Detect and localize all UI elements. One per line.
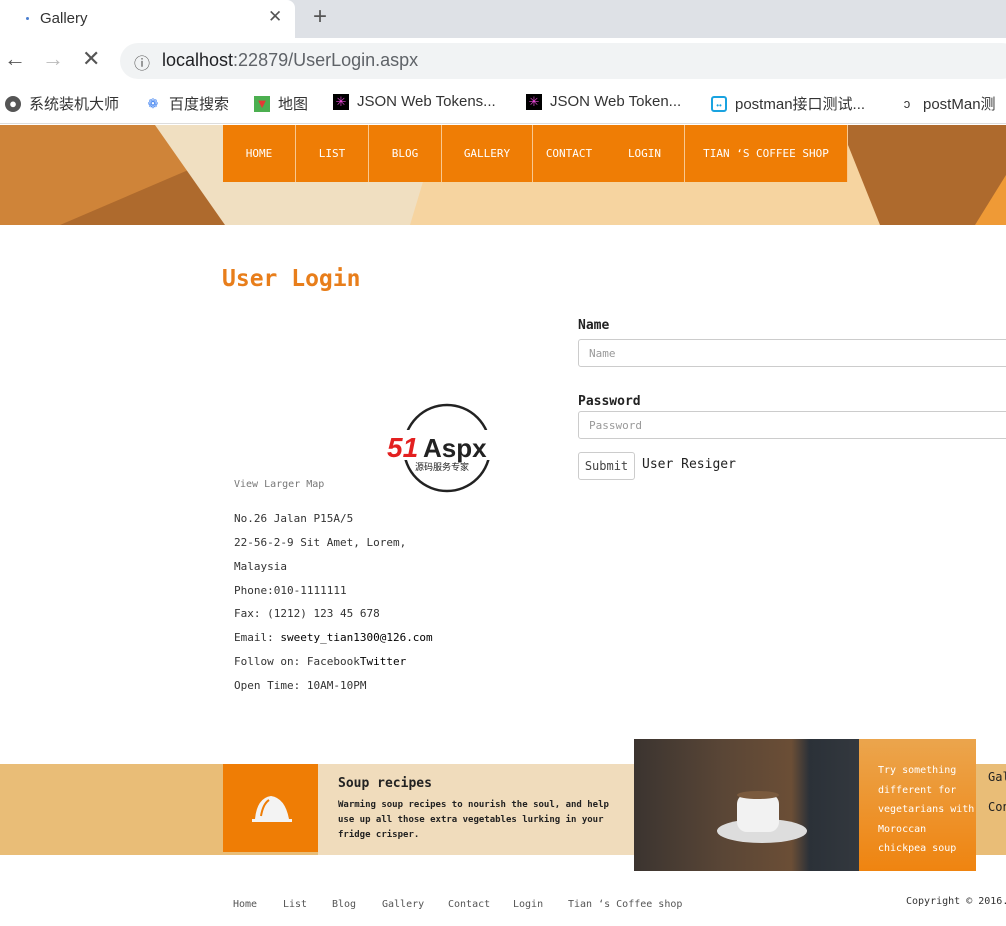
side-link[interactable]: Con bbox=[988, 800, 1006, 814]
footer-link-home[interactable]: Home bbox=[233, 899, 257, 910]
footer-link-coffee-shop[interactable]: Tian ‘s Coffee shop bbox=[568, 899, 682, 910]
logo: 51 Aspx 源码服务专家 bbox=[385, 402, 515, 494]
footer-link-list[interactable]: List bbox=[283, 899, 307, 910]
bookmarks-bar: ● 系统装机大师 ❁ 百度搜索 ▼ 地图 ✳ JSON Web Tokens... ✳ J… bbox=[0, 84, 1006, 124]
tab-title: Gallery bbox=[40, 10, 88, 27]
submit-button[interactable]: Submit bbox=[578, 452, 635, 480]
jwt-icon: ✳ bbox=[526, 93, 542, 110]
loading-icon bbox=[26, 17, 29, 20]
bookmark[interactable]: ❁ 百度搜索 bbox=[145, 93, 229, 114]
bookmark[interactable]: ✳ JSON Web Token... bbox=[526, 93, 681, 110]
follow-label: Follow on: bbox=[234, 655, 307, 668]
bookmark[interactable]: ✳ JSON Web Tokens... bbox=[333, 93, 496, 110]
url-host: localhost bbox=[162, 50, 234, 70]
url-input[interactable]: ⓘ localhost:22879/UserLogin.aspx bbox=[120, 43, 1006, 79]
info-icon[interactable]: ⓘ bbox=[134, 50, 150, 74]
browser-tab-bar: Gallery ✕ + bbox=[0, 0, 1006, 38]
bookmark[interactable]: •• postman接口测试... bbox=[711, 93, 865, 114]
nav-coffee-shop[interactable]: TIAN ‘S COFFEE SHOP bbox=[685, 125, 848, 182]
promo-text: Warming soup recipes to nourish the soul… bbox=[338, 800, 609, 840]
nav-gallery[interactable]: GALLERY bbox=[442, 125, 533, 182]
name-label: Name bbox=[578, 318, 610, 333]
footer-link-blog[interactable]: Blog bbox=[332, 899, 356, 910]
bookmark-icon: ↄ bbox=[903, 95, 911, 111]
svg-text:源码服务专家: 源码服务专家 bbox=[415, 461, 469, 473]
coffee-photo bbox=[634, 739, 859, 871]
bookmark[interactable]: ↄ postMan测 bbox=[899, 93, 996, 114]
stop-icon[interactable]: ✕ bbox=[82, 46, 100, 72]
password-label: Password bbox=[578, 394, 641, 409]
bookmark-label: postman接口测试... bbox=[735, 96, 866, 113]
close-tab-icon[interactable]: ✕ bbox=[268, 7, 282, 27]
address-line: Malaysia bbox=[234, 560, 287, 573]
soup-recipes-panel: Soup recipes Warming soup recipes to nou… bbox=[318, 764, 634, 855]
nav-contact[interactable]: CONTACT bbox=[533, 125, 605, 182]
svg-text:Aspx: Aspx bbox=[423, 433, 487, 463]
address-line: 22-56-2-9 Sit Amet, Lorem, bbox=[234, 536, 407, 549]
jwt-icon: ✳ bbox=[333, 93, 349, 110]
main-nav: HOME LIST BLOG GALLERY CONTACT LOGIN TIA… bbox=[223, 125, 848, 182]
footer-link-login[interactable]: Login bbox=[513, 899, 543, 910]
bookmark-label: 系统装机大师 bbox=[29, 96, 120, 113]
facebook-link[interactable]: Facebook bbox=[307, 655, 360, 668]
bookmark-label: 百度搜索 bbox=[169, 96, 230, 113]
twitter-link[interactable]: Twitter bbox=[360, 655, 406, 668]
register-link[interactable]: User Resiger bbox=[642, 457, 736, 472]
email-link[interactable]: sweety_tian1300@126.com bbox=[280, 631, 432, 644]
name-input[interactable]: Name bbox=[578, 339, 1006, 367]
bilibili-icon: •• bbox=[711, 95, 727, 112]
nav-blog[interactable]: BLOG bbox=[369, 125, 442, 182]
nav-home[interactable]: HOME bbox=[223, 125, 296, 182]
address-line: No.26 Jalan P15A/5 bbox=[234, 512, 354, 525]
new-tab-button[interactable]: + bbox=[313, 3, 327, 31]
globe-icon: ● bbox=[5, 95, 21, 112]
baidu-paw-icon: ❁ bbox=[147, 95, 159, 111]
bookmark-label: 地图 bbox=[278, 96, 309, 113]
promo-side-text: Try something different for vegetarians … bbox=[859, 739, 976, 871]
nav-list[interactable]: LIST bbox=[296, 125, 369, 182]
nav-login[interactable]: LOGIN bbox=[605, 125, 685, 182]
fax: Fax: (1212) 123 45 678 bbox=[234, 607, 380, 620]
phone: Phone:010-1111111 bbox=[234, 584, 347, 597]
password-input[interactable]: Password bbox=[578, 411, 1006, 439]
address-bar-row: ← → ✕ ⓘ localhost:22879/UserLogin.aspx bbox=[0, 38, 1006, 84]
browser-tab[interactable]: Gallery ✕ bbox=[0, 0, 295, 38]
page-title: User Login bbox=[222, 266, 361, 292]
view-larger-map-link[interactable]: View Larger Map bbox=[234, 479, 324, 490]
bookmark-label: JSON Web Token... bbox=[550, 93, 682, 110]
bookmark-label: JSON Web Tokens... bbox=[357, 93, 496, 110]
copyright: Copyright © 2016.Co bbox=[906, 896, 1006, 907]
side-link[interactable]: Gal bbox=[988, 770, 1006, 784]
email-label: Email: bbox=[234, 631, 281, 644]
open-time: Open Time: 10AM-10PM bbox=[234, 679, 367, 692]
maps-icon: ▼ bbox=[254, 95, 270, 112]
url-path: :22879/UserLogin.aspx bbox=[233, 50, 419, 70]
bookmark[interactable]: ▼ 地图 bbox=[254, 93, 308, 114]
footer-link-gallery[interactable]: Gallery bbox=[382, 899, 424, 910]
bookmark-label: postMan测 bbox=[923, 96, 996, 113]
svg-text:51: 51 bbox=[387, 432, 418, 463]
promo-title: Soup recipes bbox=[338, 776, 432, 791]
bookmark[interactable]: ● 系统装机大师 bbox=[5, 93, 119, 114]
forward-icon[interactable]: → bbox=[42, 46, 64, 72]
footer-link-contact[interactable]: Contact bbox=[448, 899, 490, 910]
back-icon[interactable]: ← bbox=[4, 46, 26, 72]
promo-icon-box bbox=[223, 764, 318, 852]
cloche-icon bbox=[252, 796, 292, 822]
